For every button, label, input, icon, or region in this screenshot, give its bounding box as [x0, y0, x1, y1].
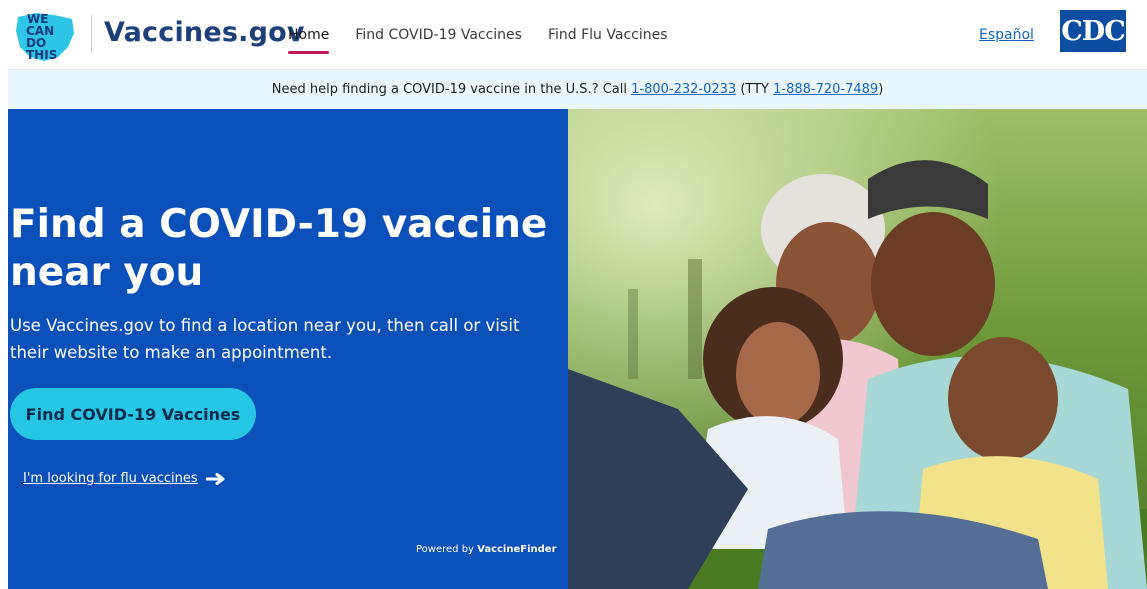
family-photo-illustration — [568, 109, 1147, 589]
nav-home-label: Home — [288, 27, 330, 43]
powered-prefix: Powered by — [416, 544, 478, 555]
logo-divider — [91, 15, 92, 53]
help-phone-link[interactable]: 1-800-232-0233 — [631, 82, 736, 97]
help-banner: Need help finding a COVID-19 vaccine in … — [8, 70, 1147, 109]
powered-by-label: Powered by VaccineFinder — [416, 544, 557, 555]
we-can-do-this-logo[interactable]: WE CAN DO THIS — [14, 7, 78, 63]
hero-panel: Find a COVID-19 vaccine near you Use Vac… — [8, 109, 568, 589]
main-nav: Home Find COVID-19 Vaccines Find Flu Vac… — [288, 27, 694, 54]
find-covid-vaccines-button[interactable]: Find COVID-19 Vaccines — [10, 388, 256, 440]
active-nav-indicator — [288, 51, 330, 54]
flu-link-label: I'm looking for flu vaccines — [23, 471, 198, 486]
arrow-right-icon — [205, 472, 225, 485]
nav-find-covid-label: Find COVID-19 Vaccines — [355, 27, 522, 43]
hero-family-photo — [568, 109, 1147, 589]
nav-find-covid-vaccines[interactable]: Find COVID-19 Vaccines — [355, 27, 522, 43]
hero-subtitle: Use Vaccines.gov to find a location near… — [10, 316, 520, 362]
tty-prefix: (TTY — [736, 82, 774, 97]
help-suffix: ) — [878, 82, 884, 97]
cdc-logo[interactable]: CDC — [1060, 10, 1126, 52]
svg-text:THIS: THIS — [26, 48, 57, 62]
flu-vaccines-link[interactable]: I'm looking for flu vaccines — [23, 471, 226, 486]
language-toggle-link[interactable]: Español — [979, 27, 1034, 43]
help-text: Need help finding a COVID-19 vaccine in … — [271, 82, 632, 97]
tty-phone-link[interactable]: 1-888-720-7489 — [773, 82, 878, 97]
vaccinefinder-brand: VaccineFinder — [477, 544, 557, 555]
nav-home[interactable]: Home — [288, 27, 330, 54]
nav-find-flu-vaccines[interactable]: Find Flu Vaccines — [548, 27, 668, 43]
site-brand[interactable]: Vaccines.gov — [104, 17, 305, 48]
site-header: WE CAN DO THIS Vaccines.gov Home Find CO… — [8, 0, 1147, 70]
nav-find-flu-label: Find Flu Vaccines — [547, 27, 668, 43]
hero-title: Find a COVID-19 vaccine near you — [10, 202, 548, 295]
cdc-logo-text: CDC — [1061, 15, 1125, 47]
